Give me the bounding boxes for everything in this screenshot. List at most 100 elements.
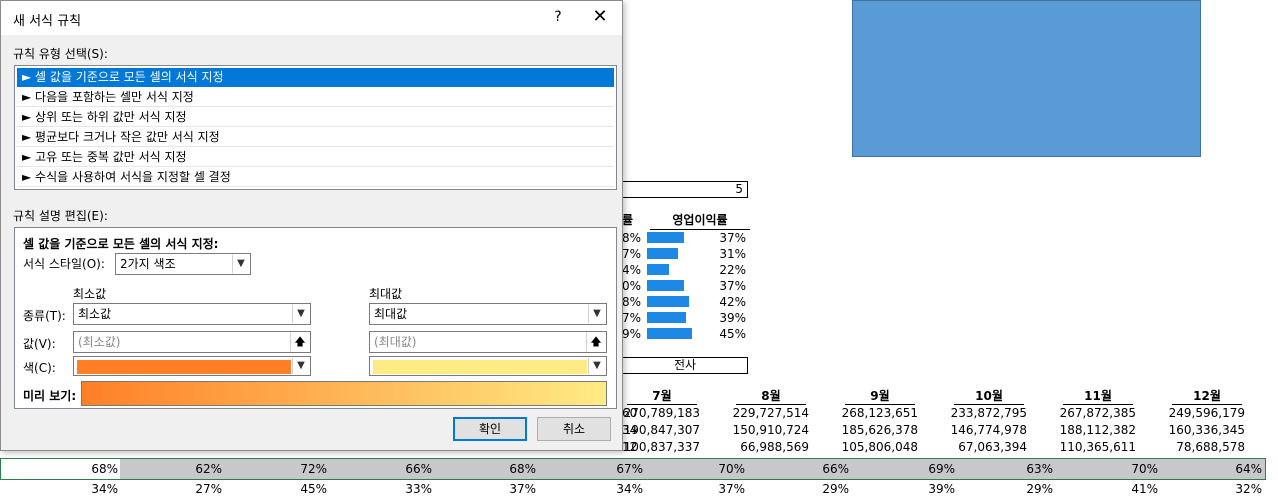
- ratio-cell: 70%: [718, 462, 745, 476]
- maximum-color-picker[interactable]: ▼: [369, 356, 607, 376]
- help-button[interactable]: ?: [548, 6, 568, 28]
- ratio-cell: 32%: [1235, 482, 1262, 496]
- margin-percent-cell: 42%: [719, 295, 746, 309]
- data-bar: [647, 312, 686, 323]
- minimum-value-input[interactable]: (최소값) 🡅: [73, 331, 311, 353]
- rule-type-item[interactable]: ► 고유 또는 중복 값만 서식 지정: [17, 148, 614, 167]
- ratio-cell: 68%: [91, 462, 118, 476]
- margin-percent-cell: 39%: [719, 311, 746, 325]
- ratio-cell: 33%: [405, 482, 432, 496]
- number-cell: 146,774,978: [950, 423, 1027, 437]
- new-format-rule-dialog: 새 서식 규칙 ? ✕ 규칙 유형 선택(S): ► 셀 값을 기준으로 모든 …: [0, 0, 623, 451]
- value-box[interactable]: 5: [622, 181, 748, 198]
- percent-cell: 0%: [622, 279, 642, 293]
- minimum-type-select[interactable]: 최소값 ▼: [73, 303, 311, 325]
- number-cell: 160,336,345: [1168, 423, 1245, 437]
- maximum-header: 최대값: [369, 287, 403, 301]
- data-bar: [647, 248, 678, 259]
- column-header-partial: 률: [622, 213, 634, 227]
- ratio-cell: 37%: [509, 482, 536, 496]
- format-style-select[interactable]: 2가지 색조 ▼: [115, 253, 251, 275]
- percent-cell: 8%: [622, 295, 642, 309]
- percent-cell: 7%: [622, 247, 642, 261]
- data-bar: [647, 232, 684, 243]
- close-button[interactable]: ✕: [585, 6, 615, 28]
- margin-percent-cell: 37%: [719, 279, 746, 293]
- ratio-cell: 68%: [509, 462, 536, 476]
- rule-type-item[interactable]: ► 셀 값을 기준으로 모든 셀의 서식 지정: [17, 68, 614, 87]
- number-cell-partial: 12: [622, 440, 638, 454]
- chevron-down-icon: ▼: [292, 358, 309, 374]
- number-cell: 188,112,382: [1059, 423, 1136, 437]
- number-cell: 105,806,048: [841, 440, 918, 454]
- percent-cell: 7%: [622, 311, 642, 325]
- number-cell: 150,910,724: [732, 423, 809, 437]
- percent-cell: 8%: [622, 231, 642, 245]
- maximum-type-value: 최대값: [374, 307, 408, 321]
- ratio-cell: 29%: [822, 482, 849, 496]
- ratio-cell: 37%: [718, 482, 745, 496]
- margin-percent-cell: 31%: [719, 247, 746, 261]
- type-label: 종류(T):: [23, 309, 66, 323]
- month-header: 7월: [627, 388, 697, 405]
- column-header-operating-margin: 영업이익률: [650, 212, 750, 230]
- data-bar: [647, 280, 684, 291]
- rule-type-list[interactable]: ► 셀 값을 기준으로 모든 셀의 서식 지정 ► 다음을 포함하는 셀만 서식 …: [14, 65, 617, 190]
- minimum-header: 최소값: [73, 287, 107, 301]
- number-cell-partial: 60: [622, 406, 638, 420]
- ratio-cell: 34%: [91, 482, 118, 496]
- collapse-dialog-icon[interactable]: 🡅: [290, 333, 309, 351]
- minimum-type-value: 최소값: [78, 307, 112, 321]
- minimum-color-picker[interactable]: ▼: [73, 356, 311, 376]
- rule-type-item[interactable]: ► 상위 또는 하위 값만 서식 지정: [17, 108, 614, 127]
- margin-percent-cell: 45%: [719, 327, 746, 341]
- number-cell: 249,596,179: [1168, 406, 1245, 420]
- ok-button[interactable]: 확인: [453, 417, 527, 441]
- rule-type-item[interactable]: ► 수식을 사용하여 서식을 지정할 셀 결정: [17, 168, 614, 187]
- number-cell: 66,988,569: [740, 440, 809, 454]
- ratio-cell: 62%: [195, 462, 222, 476]
- rule-type-item[interactable]: ► 평균보다 크거나 작은 값만 서식 지정: [17, 128, 614, 147]
- month-header: 8월: [736, 388, 806, 405]
- minimum-color-swatch: [77, 360, 291, 374]
- maximum-value-input[interactable]: (최대값) 🡅: [369, 331, 607, 353]
- ratio-cell: 41%: [1131, 482, 1158, 496]
- number-cell: 233,872,795: [950, 406, 1027, 420]
- chevron-down-icon: ▼: [588, 305, 605, 323]
- number-cell: 185,626,378: [841, 423, 918, 437]
- maximum-color-swatch: [373, 360, 587, 374]
- blue-rectangle-shape[interactable]: [852, 0, 1201, 157]
- company-total-label: 전사: [622, 357, 748, 374]
- collapse-dialog-icon[interactable]: 🡅: [586, 333, 605, 351]
- ratio-cell: 67%: [616, 462, 643, 476]
- ratio-cell: 63%: [1026, 462, 1053, 476]
- ratio-cell: 66%: [405, 462, 432, 476]
- data-bar: [647, 296, 689, 307]
- rule-type-item[interactable]: ► 다음을 포함하는 셀만 서식 지정: [17, 88, 614, 107]
- number-cell: 268,123,651: [841, 406, 918, 420]
- number-cell: 229,727,514: [732, 406, 809, 420]
- ratio-cell: 39%: [928, 482, 955, 496]
- margin-percent-cell: 37%: [719, 231, 746, 245]
- minimum-value-placeholder: (최소값): [78, 335, 121, 349]
- format-style-label: 서식 스타일(O):: [23, 257, 105, 271]
- ratio-cell: 29%: [1026, 482, 1053, 496]
- color-label: 색(C):: [23, 361, 56, 375]
- dialog-titlebar: [1, 1, 622, 35]
- dialog-title: 새 서식 규칙: [13, 14, 82, 29]
- number-cell-partial: 34: [622, 423, 638, 437]
- number-cell: 78,688,578: [1176, 440, 1245, 454]
- month-header: 12월: [1172, 388, 1242, 405]
- month-header: 9월: [845, 388, 915, 405]
- ratio-cell: 45%: [300, 482, 327, 496]
- ratio-cell: 70%: [1131, 462, 1158, 476]
- number-cell: 110,365,611: [1059, 440, 1136, 454]
- cancel-button[interactable]: 취소: [537, 417, 611, 441]
- month-header: 11월: [1063, 388, 1133, 405]
- edit-rule-label: 규칙 설명 편집(E):: [13, 209, 108, 223]
- ratio-cell: 64%: [1235, 462, 1262, 476]
- margin-percent-cell: 22%: [719, 263, 746, 277]
- format-style-value: 2가지 색조: [120, 257, 176, 271]
- maximum-type-select[interactable]: 최대값 ▼: [369, 303, 607, 325]
- value-label: 값(V):: [23, 337, 56, 351]
